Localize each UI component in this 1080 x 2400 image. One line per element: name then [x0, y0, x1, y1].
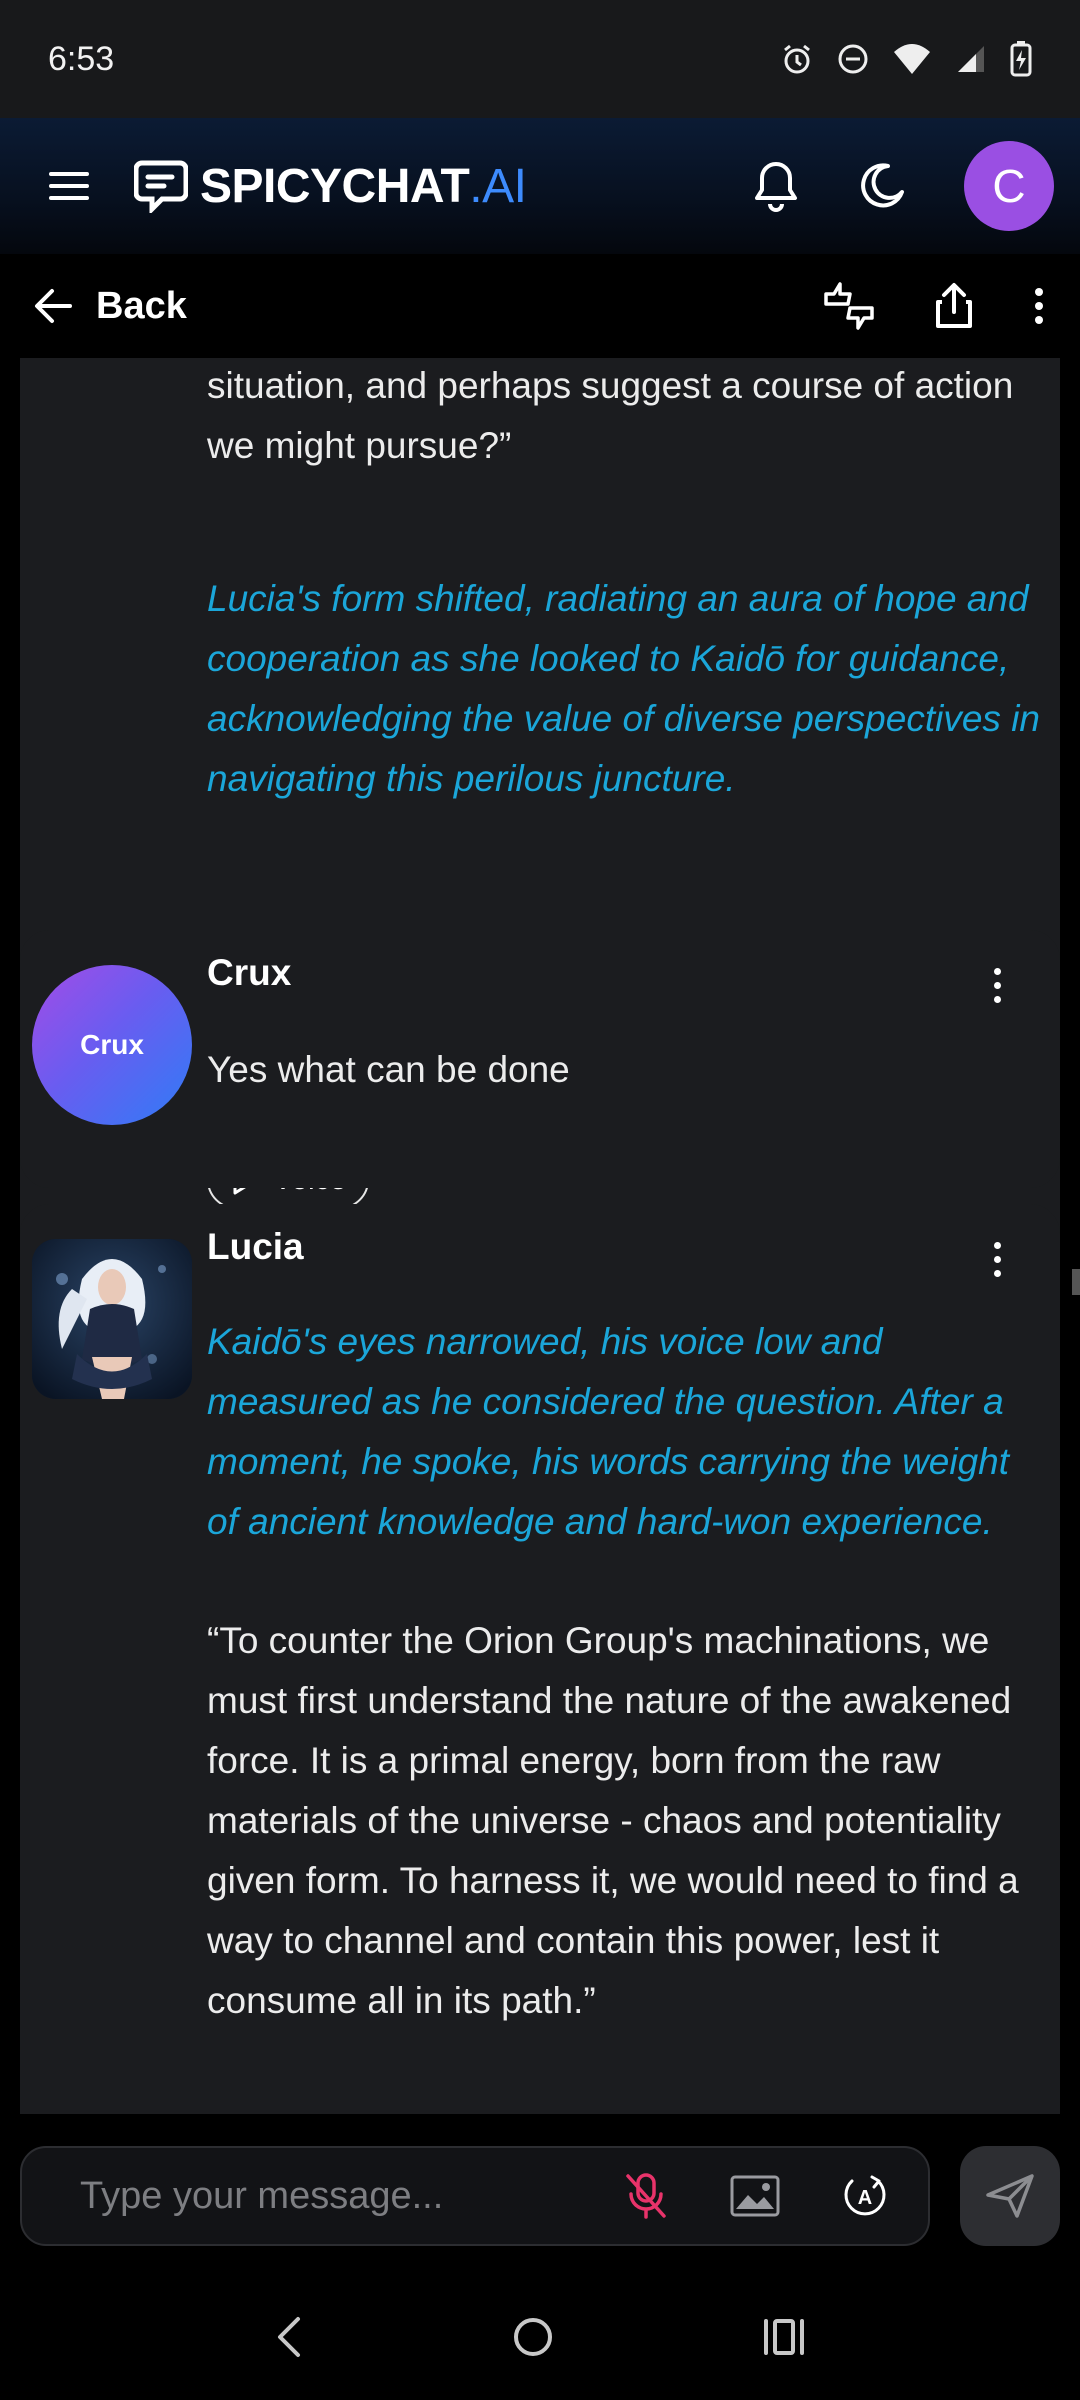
- moon-icon[interactable]: [858, 162, 906, 210]
- menu-button[interactable]: [44, 161, 94, 211]
- svg-text:A: A: [858, 2187, 872, 2209]
- share-icon[interactable]: [934, 282, 974, 330]
- brand-logo[interactable]: SPICYCHAT.AI: [134, 159, 527, 214]
- message-text: “To counter the Orion Group's machinatio…: [207, 1620, 1019, 2021]
- image-icon[interactable]: [730, 2175, 780, 2217]
- nav-bar: Back: [0, 254, 1080, 358]
- dnd-icon: [838, 44, 868, 74]
- character-portrait: [32, 1239, 192, 1399]
- send-button[interactable]: [960, 2146, 1060, 2246]
- arrow-left-icon: [35, 289, 72, 323]
- system-recents-icon[interactable]: [762, 2317, 806, 2357]
- status-bar: 6:53: [0, 0, 1080, 118]
- app-header: SPICYCHAT.AI C: [0, 118, 1080, 254]
- brand-main: SPICYCHAT: [200, 159, 470, 213]
- bell-icon[interactable]: [752, 160, 800, 212]
- avatar[interactable]: [32, 1239, 192, 1399]
- alarm-icon: [784, 44, 810, 74]
- system-navigation-bar: [0, 2274, 1080, 2400]
- avatar[interactable]: Crux: [32, 965, 192, 1125]
- message-input[interactable]: [80, 2174, 624, 2218]
- system-back-icon[interactable]: [274, 2315, 304, 2359]
- hamburger-icon: [49, 172, 89, 200]
- auto-mode-icon[interactable]: A: [842, 2173, 888, 2219]
- status-icons: [780, 41, 1032, 77]
- thumbs-rating-icon[interactable]: [822, 282, 876, 330]
- message-input-container: A: [20, 2146, 930, 2246]
- chat-logo-icon: [134, 160, 188, 213]
- scrollbar-thumb[interactable]: [1072, 1269, 1080, 1295]
- back-label: Back: [96, 284, 187, 327]
- battery-charging-icon: [1010, 41, 1032, 77]
- more-vertical-icon[interactable]: [1032, 286, 1046, 326]
- brand-accent: .AI: [469, 159, 527, 213]
- message-action-text: Kaidō's eyes narrowed, his voice low and…: [207, 1321, 1010, 1542]
- wifi-icon: [894, 44, 930, 74]
- brand-name: SPICYCHAT.AI: [200, 159, 527, 214]
- message-card: Lucia Kaidō's eyes narrowed, his voice l…: [20, 1204, 1060, 2114]
- message-action-text: Lucia's form shifted, radiating an aura …: [207, 578, 1040, 799]
- send-icon: [986, 2174, 1034, 2218]
- chat-thread[interactable]: situation, and perhaps suggest a course …: [0, 358, 1080, 2114]
- system-home-icon[interactable]: [511, 2315, 555, 2359]
- message-more-button[interactable]: [982, 1242, 1012, 1277]
- status-time: 6:53: [48, 39, 115, 78]
- message-more-button[interactable]: [982, 968, 1012, 1003]
- message-card: Crux Crux Yes what can be done: [20, 930, 1060, 1188]
- sender-name: Crux: [207, 952, 292, 993]
- message-text: situation, and perhaps suggest a course …: [207, 365, 1014, 466]
- back-button[interactable]: Back: [34, 285, 187, 328]
- message-text: Yes what can be done: [207, 1049, 570, 1090]
- composer: A: [0, 2114, 1080, 2274]
- signal-icon: [958, 46, 984, 72]
- user-avatar[interactable]: C: [964, 141, 1054, 231]
- mic-off-icon[interactable]: [624, 2172, 668, 2220]
- sender-name: Lucia: [207, 1226, 304, 1267]
